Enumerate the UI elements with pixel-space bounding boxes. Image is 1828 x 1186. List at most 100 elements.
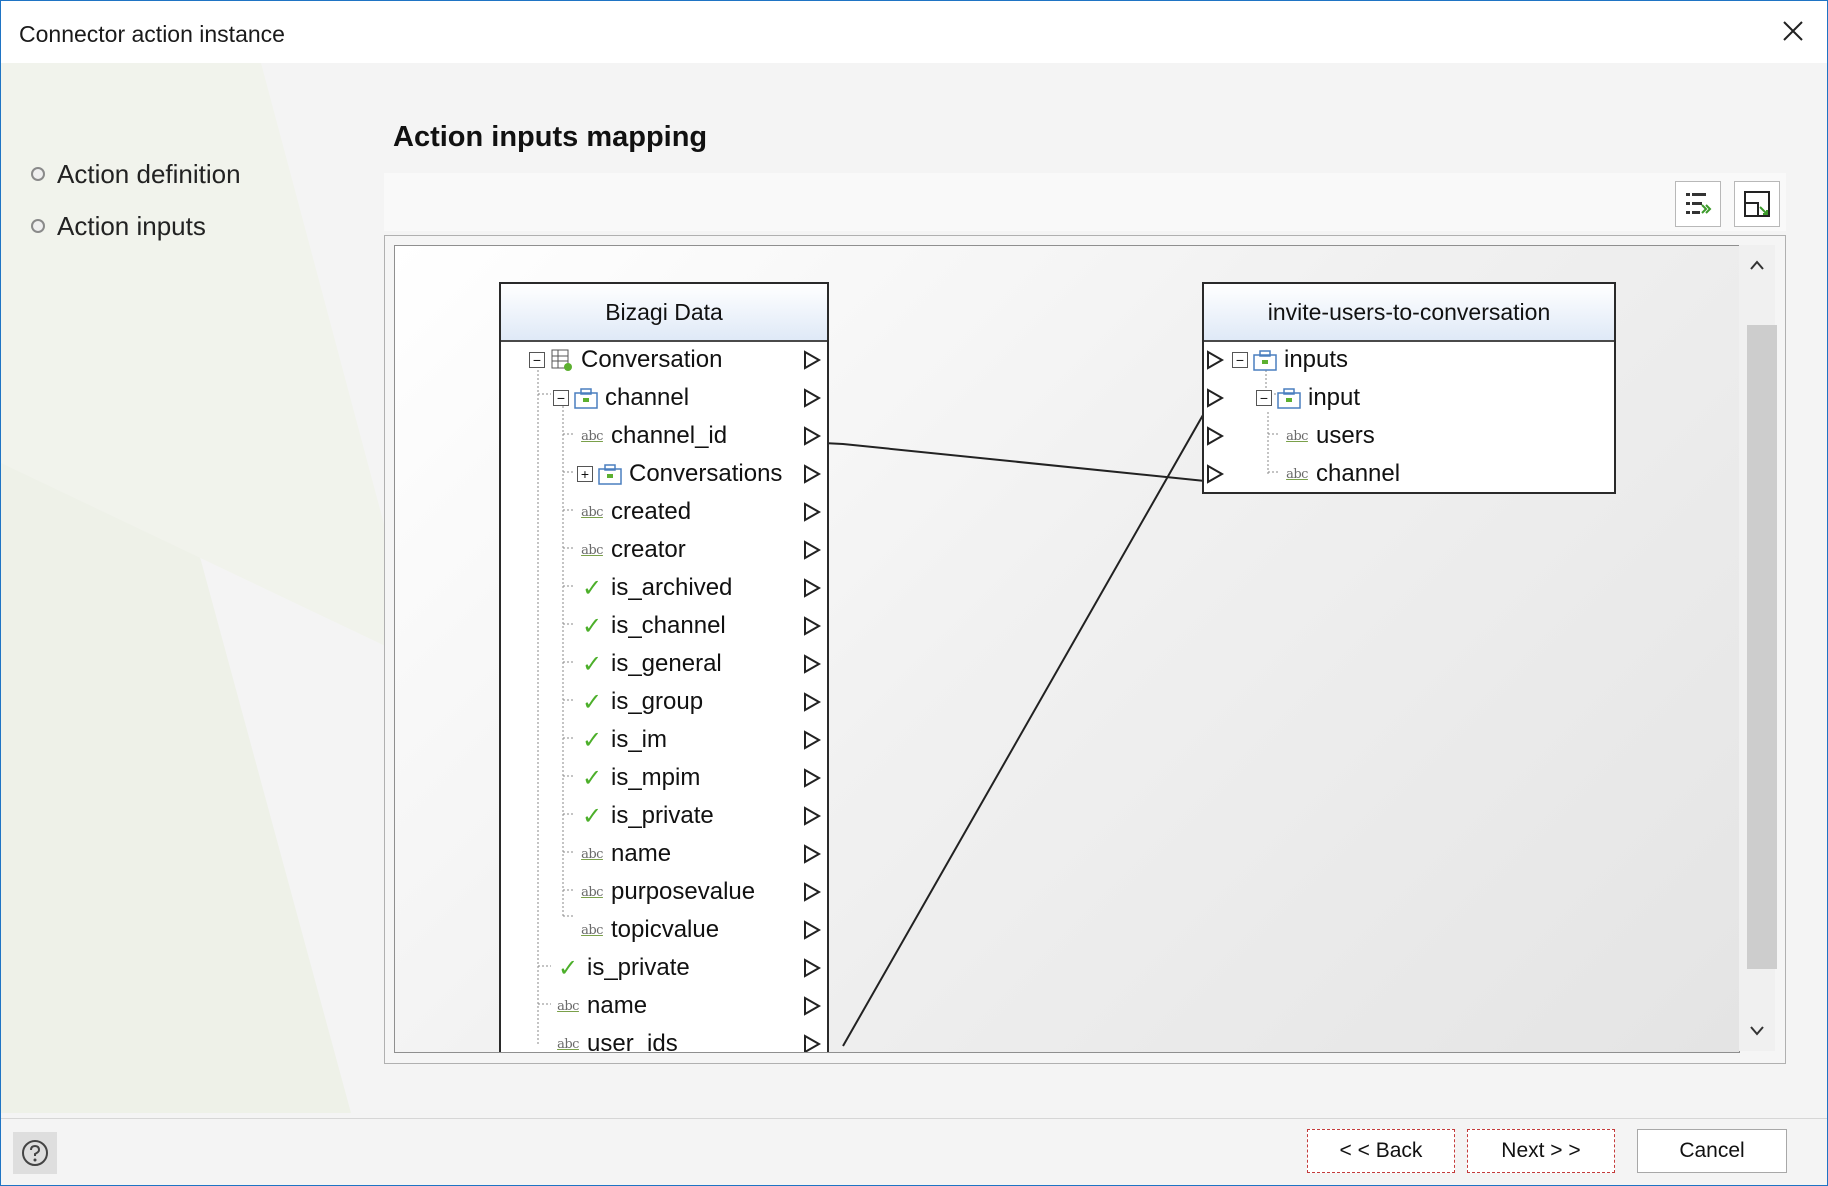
node-label: name <box>611 840 672 867</box>
output-port-icon[interactable] <box>804 388 822 408</box>
input-port-icon[interactable] <box>1207 388 1225 408</box>
boolean-icon: ✓ <box>581 612 603 640</box>
fit-view-button[interactable] <box>1734 181 1780 227</box>
fit-view-icon <box>1744 191 1770 217</box>
scrollbar-thumb[interactable] <box>1747 325 1777 969</box>
string-icon: abc <box>581 428 603 444</box>
tree-node-users[interactable]: abc users <box>1284 418 1375 454</box>
step-action-inputs[interactable]: Action inputs <box>31 200 241 252</box>
collapse-icon[interactable]: − <box>1256 390 1272 406</box>
output-port-icon[interactable] <box>804 844 822 864</box>
target-panel: invite-users-to-conversation − inputs − … <box>1202 282 1616 494</box>
string-icon: abc <box>581 542 603 558</box>
back-button[interactable]: < < Back <box>1307 1129 1455 1173</box>
tree-node-user-ids[interactable]: abc user_ids <box>555 1026 678 1052</box>
boolean-icon: ✓ <box>581 726 603 754</box>
object-icon <box>597 461 623 487</box>
collapse-icon[interactable]: − <box>553 390 569 406</box>
close-button[interactable] <box>1773 11 1813 51</box>
vertical-scrollbar[interactable] <box>1739 245 1777 1051</box>
node-label: Conversations <box>629 460 783 487</box>
output-port-icon[interactable] <box>804 730 822 750</box>
connection-line[interactable] <box>842 413 1211 1047</box>
tree-node-channel-target[interactable]: abc channel <box>1284 456 1400 492</box>
output-port-icon[interactable] <box>804 806 822 826</box>
auto-map-button[interactable] <box>1675 181 1721 227</box>
scroll-down-button[interactable] <box>1745 1019 1769 1043</box>
tree-node-conversations[interactable]: + Conversations <box>577 456 782 492</box>
string-icon: abc <box>581 922 603 938</box>
input-port-icon[interactable] <box>1207 426 1225 446</box>
output-port-icon[interactable] <box>804 616 822 636</box>
node-label: is_im <box>611 726 668 753</box>
tree-node-purposevalue[interactable]: abc purposevalue <box>579 874 755 910</box>
node-label: is_private <box>611 802 714 829</box>
output-port-icon[interactable] <box>804 692 822 712</box>
node-label: created <box>611 498 692 525</box>
tree-node-is-archived[interactable]: ✓ is_archived <box>579 570 732 606</box>
output-port-icon[interactable] <box>804 882 822 902</box>
output-port-icon[interactable] <box>804 768 822 788</box>
collapse-icon[interactable]: − <box>529 352 545 368</box>
boolean-icon: ✓ <box>581 574 603 602</box>
boolean-icon: ✓ <box>581 802 603 830</box>
tree-node-name[interactable]: abc name <box>579 836 671 872</box>
help-button[interactable] <box>13 1132 57 1174</box>
tree-node-name-root[interactable]: abc name <box>555 988 647 1024</box>
connection-line[interactable] <box>822 442 1213 482</box>
tree-node-is-general[interactable]: ✓ is_general <box>579 646 722 682</box>
input-port-icon[interactable] <box>1207 464 1225 484</box>
scroll-up-button[interactable] <box>1745 253 1769 277</box>
mapping-toolbar <box>384 173 1786 231</box>
output-port-icon[interactable] <box>804 540 822 560</box>
tree-node-is-private[interactable]: ✓ is_private <box>579 798 714 834</box>
string-icon: abc <box>581 884 603 900</box>
tree-node-creator[interactable]: abc creator <box>579 532 686 568</box>
tree-node-is-im[interactable]: ✓ is_im <box>579 722 667 758</box>
output-port-icon[interactable] <box>804 958 822 978</box>
output-port-icon[interactable] <box>804 464 822 484</box>
collapse-icon[interactable]: − <box>1232 352 1248 368</box>
next-button[interactable]: Next > > <box>1467 1129 1615 1173</box>
node-label: inputs <box>1284 346 1349 373</box>
string-icon: abc <box>1286 428 1308 444</box>
output-port-icon[interactable] <box>804 1034 822 1052</box>
output-port-icon[interactable] <box>804 426 822 446</box>
input-port-icon[interactable] <box>1207 350 1225 370</box>
mapping-canvas[interactable]: Bizagi Data − Conversation − channel abc… <box>394 245 1740 1053</box>
node-label: channel <box>1316 460 1401 487</box>
tree-node-is-mpim[interactable]: ✓ is_mpim <box>579 760 700 796</box>
string-icon: abc <box>1286 466 1308 482</box>
tree-node-is-group[interactable]: ✓ is_group <box>579 684 703 720</box>
source-ports <box>804 350 822 1052</box>
mapping-area: Bizagi Data − Conversation − channel abc… <box>384 235 1786 1064</box>
cancel-button[interactable]: Cancel <box>1637 1129 1787 1173</box>
output-port-icon[interactable] <box>804 502 822 522</box>
auto-map-icon <box>1686 193 1712 214</box>
window-title: Connector action instance <box>19 21 285 47</box>
close-icon <box>1783 21 1803 41</box>
string-icon: abc <box>581 846 603 862</box>
tree-node-channel[interactable]: − channel <box>553 380 689 416</box>
object-icon <box>573 385 599 411</box>
source-panel: Bizagi Data − Conversation − channel abc… <box>499 282 829 1052</box>
tree-node-input[interactable]: − input <box>1256 380 1360 416</box>
step-action-definition[interactable]: Action definition <box>31 148 241 200</box>
output-port-icon[interactable] <box>804 654 822 674</box>
tree-node-inputs[interactable]: − inputs <box>1232 342 1348 378</box>
tree-node-is-private-root[interactable]: ✓ is_private <box>555 950 690 986</box>
tree-node-channel-id[interactable]: abc channel_id <box>579 418 727 454</box>
tree-node-created[interactable]: abc created <box>579 494 691 530</box>
tree-node-conversation[interactable]: − Conversation <box>529 342 722 378</box>
tree-node-is-channel[interactable]: ✓ is_channel <box>579 608 726 644</box>
expand-icon[interactable]: + <box>577 466 593 482</box>
output-port-icon[interactable] <box>804 578 822 598</box>
chevron-down-icon <box>1750 1026 1764 1036</box>
output-port-icon[interactable] <box>804 350 822 370</box>
output-port-icon[interactable] <box>804 920 822 940</box>
string-icon: abc <box>557 1036 579 1052</box>
step-label: Action inputs <box>57 210 206 241</box>
tree-node-topicvalue[interactable]: abc topicvalue <box>579 912 719 948</box>
output-port-icon[interactable] <box>804 996 822 1016</box>
title-bar: Connector action instance <box>1 1 1827 63</box>
